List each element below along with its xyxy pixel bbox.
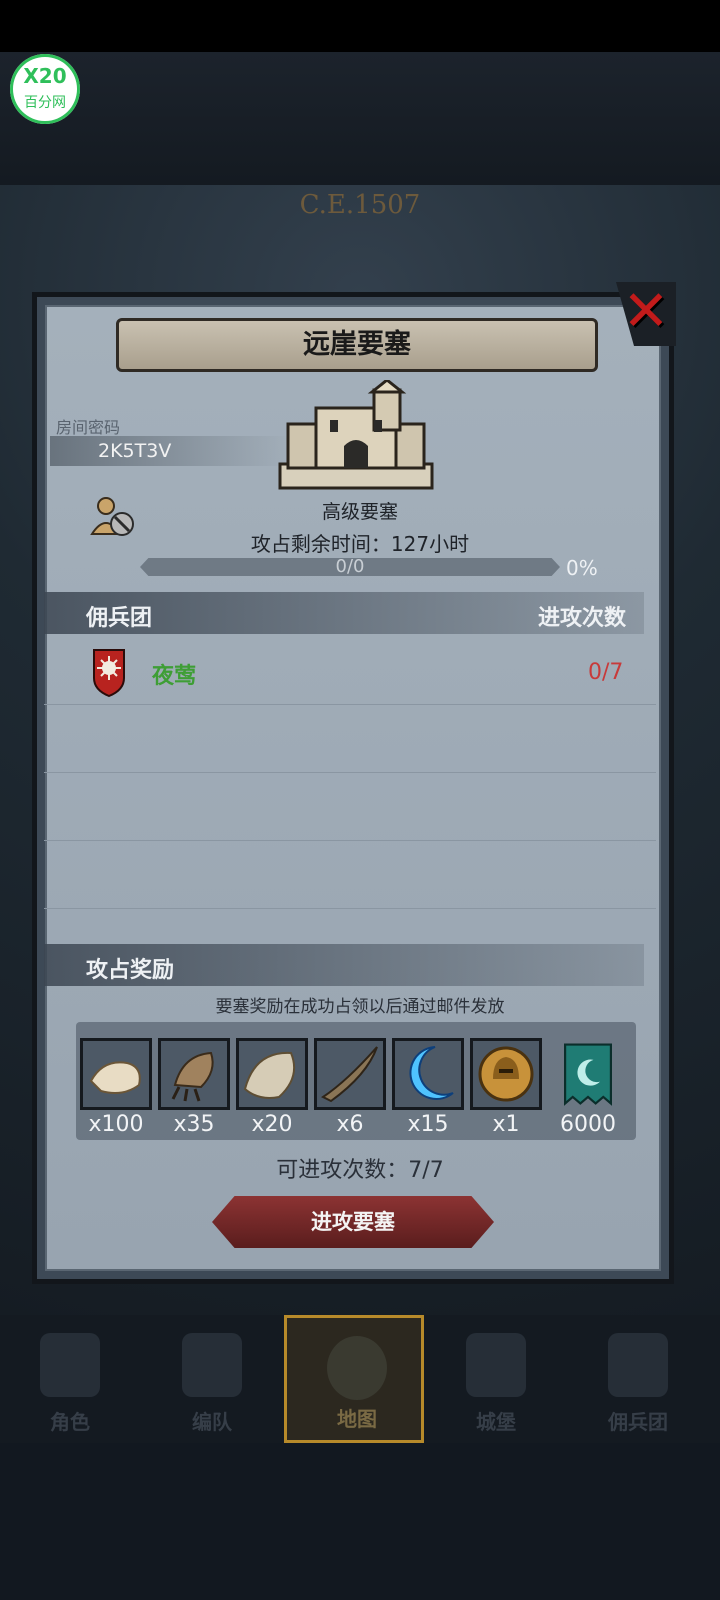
attack-count: 可进攻次数：7/7 [0,1152,720,1184]
time-remaining: 攻占剩余时间：127小时 [0,528,720,557]
row-divider [44,772,656,773]
reward-note: 要塞奖励在成功占领以后通过邮件发放 [215,997,505,1017]
fortress-icon [278,380,434,490]
attack-count-label: 可进攻次数： [276,1158,409,1183]
attacks-header: 进攻次数 [538,606,627,631]
reward-header: 攻占奖励 [86,958,175,983]
helmet-coin-icon[interactable] [470,1038,542,1110]
fortress-type: 高级要塞 [321,501,398,523]
nav-item-character[interactable]: 角色 [0,1315,140,1443]
mercenary-name[interactable]: 夜莺 [152,658,196,690]
nav-item-map[interactable]: 地图 [284,1315,424,1443]
logo-top-text: X20 [23,64,67,88]
nav-label: 城堡 [476,1410,516,1434]
era-label: C.E.1507 [299,190,421,220]
reward-qty: x15 [407,1112,449,1137]
reward-qty: 6000 [560,1112,616,1137]
logo-bottom-text: 百分网 [24,95,66,111]
attack-fortress-button-label[interactable]: 进攻要塞 [212,1196,494,1248]
nav-item-castle[interactable]: 城堡 [426,1315,566,1443]
nav-item-formation[interactable]: 编队 [142,1315,282,1443]
knight-icon [40,1333,100,1397]
reward-qty: x1 [492,1112,520,1137]
row-divider [44,704,656,705]
mercenary-attack-count: 0/7 [588,660,624,685]
hide-icon[interactable] [236,1038,308,1110]
nav-label: 编队 [192,1410,232,1434]
row-divider [44,908,656,909]
capture-progress-percent: 0% [566,556,598,580]
formation-icon [182,1333,242,1397]
time-value: 127 [390,532,430,556]
row-divider [44,840,656,841]
capture-progress-text: 0/0 [335,556,365,577]
nav-label: 佣兵团 [608,1410,668,1434]
nav-label: 角色 [50,1410,90,1434]
reward-qty: x100 [88,1112,144,1137]
horn-icon[interactable] [314,1038,386,1110]
castle-icon [466,1333,526,1397]
crescent-gem-icon[interactable] [392,1038,464,1110]
room-code-label: 房间密码 [56,418,121,437]
header-background [0,52,720,185]
status-bar [0,0,720,52]
mercenary-header: 佣兵团 [86,606,153,631]
time-unit: 小时 [429,532,470,556]
attack-count-value: 7/7 [408,1158,444,1183]
mercenary-icon [608,1333,668,1397]
close-icon[interactable]: ✕ [622,282,670,342]
reward-qty: x35 [173,1112,215,1137]
reward-qty: x6 [336,1112,364,1137]
time-label: 攻占剩余时间： [250,532,391,556]
site-logo: X20 百分网 [10,54,80,124]
map-icon [327,1336,387,1400]
panel-title: 远崖要塞 [303,329,411,360]
guild-shield-icon [93,649,125,698]
footer-area [0,1443,720,1600]
reward-qty: x20 [251,1112,293,1137]
pelt-icon[interactable] [80,1038,152,1110]
nav-label: 地图 [337,1407,377,1431]
claw-icon[interactable] [158,1038,230,1110]
nav-item-mercenary[interactable]: 佣兵团 [568,1315,708,1443]
banner-icon[interactable] [552,1038,624,1110]
room-code-value[interactable]: 2K5T3V [98,440,171,462]
